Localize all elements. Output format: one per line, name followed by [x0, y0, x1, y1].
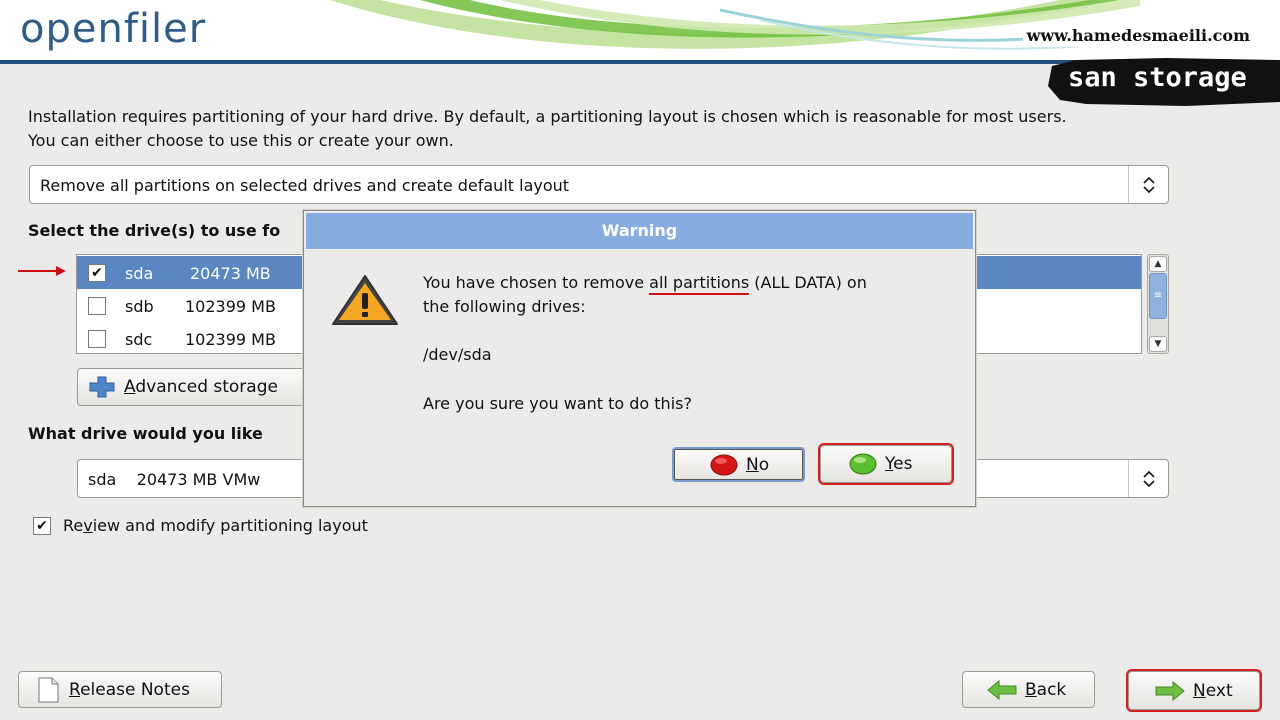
- dialog-question: Are you sure you want to do this?: [423, 394, 692, 413]
- drive-size: 102399 MB: [185, 297, 276, 316]
- drive-size: 20473 MB: [190, 264, 271, 283]
- drive-list-scrollbar[interactable]: ▲ ≡ ▼: [1147, 254, 1169, 354]
- review-checkbox-checked[interactable]: ✔: [33, 516, 51, 535]
- drive-checkbox[interactable]: [88, 297, 106, 315]
- yes-label: Yes: [885, 454, 913, 474]
- back-label: Back: [1025, 679, 1067, 700]
- warning-dialog: Warning You have chosen to remove all pa…: [303, 210, 976, 507]
- arrow-left-icon: [987, 679, 1017, 700]
- watermark-badge-text: san storage: [1068, 62, 1247, 93]
- scroll-down-icon[interactable]: ▼: [1149, 336, 1167, 352]
- combo-updown-icon: [1128, 460, 1168, 497]
- boot-drive-label: What drive would you like: [28, 424, 263, 443]
- next-label: Next: [1193, 680, 1233, 701]
- document-icon: [35, 677, 61, 703]
- next-button[interactable]: Next: [1126, 669, 1262, 712]
- dialog-message: You have chosen to remove all partitions…: [423, 273, 867, 316]
- openfiler-logo: openfiler: [20, 6, 207, 52]
- review-label: Review and modify partitioning layout: [63, 516, 368, 535]
- combo-updown-icon: [1128, 166, 1168, 203]
- no-label: No: [746, 454, 770, 475]
- plus-icon: [88, 375, 116, 399]
- arrow-right-icon: [1155, 680, 1185, 701]
- drive-checkbox[interactable]: [88, 330, 106, 348]
- watermark-url: www.hamedesmaeili.com: [1022, 24, 1254, 47]
- yes-button[interactable]: Yes: [818, 443, 954, 485]
- intro-text: Installation requires partitioning of yo…: [28, 105, 1238, 153]
- select-drives-label: Select the drive(s) to use fo: [28, 221, 281, 240]
- partition-layout-combo[interactable]: Remove all partitions on selected drives…: [29, 165, 1169, 204]
- drive-name: sda: [125, 264, 154, 283]
- warning-triangle-icon: [330, 273, 400, 331]
- scroll-up-icon[interactable]: ▲: [1149, 256, 1167, 272]
- scroll-thumb[interactable]: ≡: [1149, 273, 1167, 319]
- red-arrow-annotation-icon: [18, 266, 66, 276]
- advanced-storage-button[interactable]: Advanced storage: [77, 368, 317, 406]
- dialog-title: Warning: [306, 213, 973, 249]
- boot-drive-value: sda 20473 MB VMw: [88, 470, 261, 489]
- drive-size: 102399 MB: [185, 330, 276, 349]
- intro-line-1: Installation requires partitioning of yo…: [28, 107, 1067, 126]
- drive-checkbox-checked[interactable]: ✔: [88, 264, 106, 282]
- partition-layout-value: Remove all partitions on selected drives…: [40, 176, 570, 195]
- all-partitions-emphasis: all partitions: [649, 273, 750, 295]
- watermark-badge: san storage: [1046, 56, 1280, 108]
- release-notes-button[interactable]: Release Notes: [18, 671, 222, 708]
- back-button[interactable]: Back: [962, 671, 1095, 708]
- dialog-device: /dev/sda: [423, 345, 492, 364]
- drive-name: sdc: [125, 330, 153, 349]
- green-circle-icon: [849, 453, 877, 475]
- release-notes-label: Release Notes: [69, 679, 190, 700]
- drive-name: sdb: [125, 297, 154, 316]
- advanced-storage-label: Advanced storage: [124, 377, 278, 397]
- intro-line-2: You can either choose to use this or cre…: [28, 131, 454, 150]
- red-circle-icon: [710, 454, 738, 476]
- no-button[interactable]: No: [672, 447, 805, 482]
- review-partitioning-checkbox[interactable]: ✔ Review and modify partitioning layout: [33, 516, 368, 535]
